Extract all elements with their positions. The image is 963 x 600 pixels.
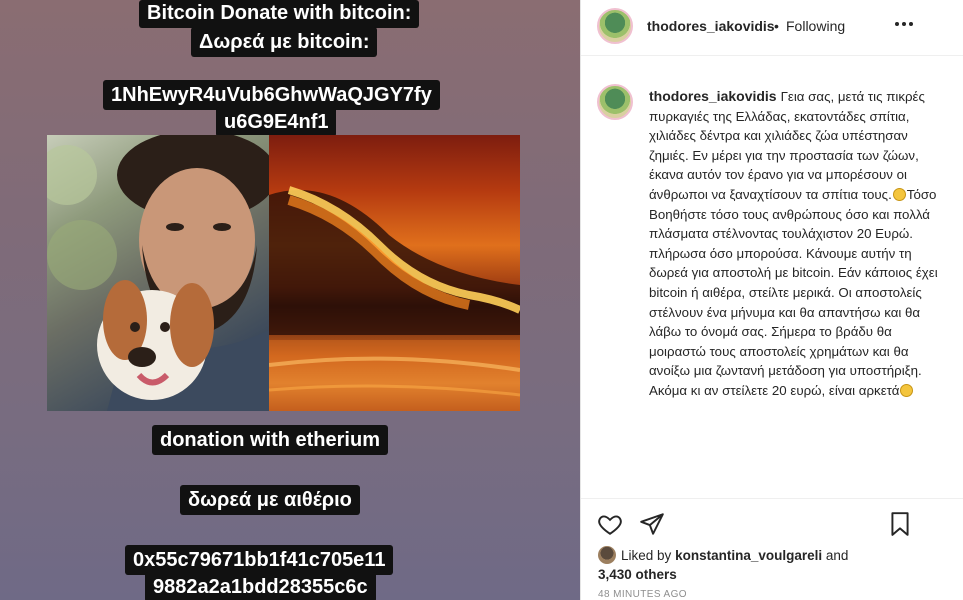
caption-text-2: Τόσο Βοηθήστε τόσο τους ανθρώπους όσο κα…: [649, 186, 938, 398]
sad-face-emoji-icon: [892, 187, 906, 201]
author-avatar[interactable]: [597, 8, 633, 44]
eth-label-en: donation with etherium: [152, 425, 388, 455]
eth-address-line-2: 9882a2a1bdd28355c6c: [145, 572, 376, 600]
btc-address-line-2: u6G9E4nf1: [216, 107, 337, 137]
wildfire-photo: [269, 135, 520, 411]
heart-icon[interactable]: [597, 511, 623, 537]
likes-count[interactable]: 3,430 others: [598, 567, 677, 582]
header-separator: •: [774, 18, 779, 34]
author-username[interactable]: thodores_iakovidis: [647, 18, 775, 34]
likes-prefix: Liked by: [621, 548, 672, 563]
more-horizontal-icon[interactable]: [893, 14, 915, 34]
story-text-bitcoin-donate: Bitcoin Donate with bitcoin:: [139, 0, 420, 28]
btc-address-line-1: 1NhEwyR4uVub6GhwWaQJGY7fy: [103, 80, 440, 110]
post-caption: thodores_iakovidis Γεια σας, μετά τις πικ…: [649, 87, 949, 401]
eth-label-gr: δωρεά με αιθέριο: [180, 485, 360, 515]
caption-text-1: Γεια σας, μετά τις πικρές πυρκαγιές της …: [649, 89, 925, 202]
worried-face-emoji-icon: [900, 383, 914, 397]
man-with-dog-illustration: [47, 135, 269, 411]
post-panel: thodores_iakovidis • Following thodores_…: [580, 0, 963, 600]
eth-address-line-1: 0x55c79671bb1f41c705e11: [125, 545, 394, 575]
story-text-bitcoin-gr: Δωρεά με bitcoin:: [191, 27, 378, 57]
caption-username[interactable]: thodores_iakovidis: [649, 88, 777, 104]
post-actions: [581, 498, 963, 548]
caption-avatar[interactable]: [597, 84, 633, 120]
likes-summary: Liked by konstantina_voulgareli and 3,43…: [598, 546, 898, 584]
liker-username[interactable]: konstantina_voulgareli: [675, 548, 822, 563]
bookmark-icon[interactable]: [887, 511, 913, 537]
post-header: thodores_iakovidis • Following: [581, 0, 963, 56]
paper-plane-icon[interactable]: [639, 511, 665, 537]
man-with-dog-photo: [47, 135, 269, 411]
story-image: Bitcoin Donate with bitcoin: Δωρεά με bi…: [0, 0, 580, 600]
liker-avatar[interactable]: [598, 546, 616, 564]
follow-status[interactable]: Following: [786, 18, 845, 34]
post-timestamp[interactable]: 48 MINUTES AGO: [598, 589, 687, 600]
collage-photo: [47, 135, 520, 411]
wildfire-illustration: [269, 186, 520, 411]
likes-and: and: [825, 548, 849, 563]
